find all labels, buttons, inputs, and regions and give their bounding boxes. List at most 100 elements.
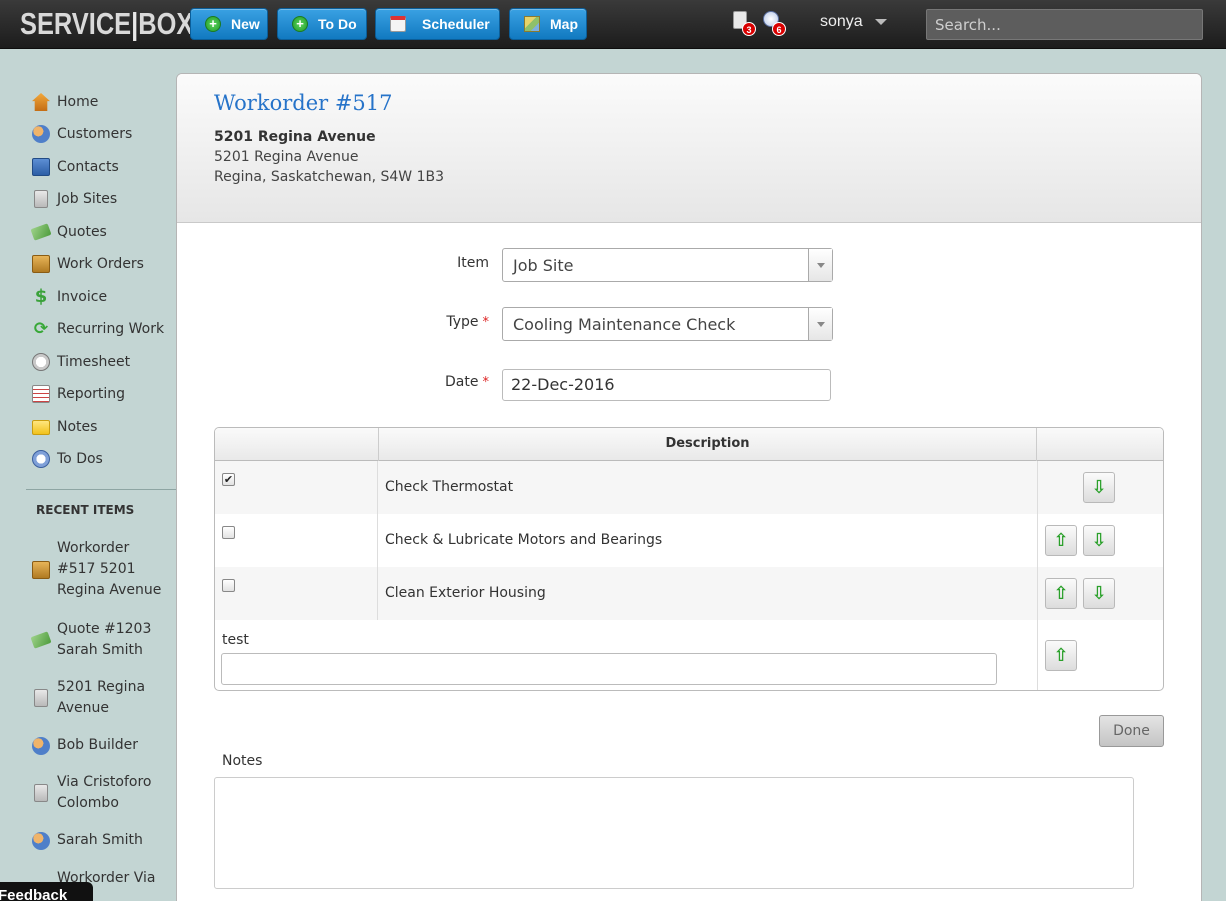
alarm-icon [32, 450, 50, 468]
building-icon [34, 784, 48, 802]
required-marker: * [482, 315, 490, 330]
sidebar-item-reporting[interactable]: Reporting [32, 383, 125, 405]
checkbox-cell [215, 514, 378, 567]
address-name: 5201 Regina Avenue [214, 129, 376, 145]
logo-text-right: BOX [138, 6, 194, 41]
contacts-icon [32, 158, 50, 176]
recent-item-label: Workorder #517 5201 Regina Avenue [57, 540, 162, 598]
required-marker: * [482, 375, 490, 390]
move-up-button[interactable]: ⇧ [1045, 578, 1077, 609]
sidebar-item-contacts[interactable]: Contacts [32, 156, 119, 178]
sidebar-item-work-orders[interactable]: Work Orders [32, 253, 144, 275]
date-field-value: 22-Dec-2016 [511, 375, 615, 394]
feedback-tab[interactable]: Feedback [0, 882, 93, 901]
recycle-icon: ⟳ [33, 319, 49, 339]
new-button[interactable]: + New [190, 8, 268, 40]
recent-item[interactable]: Sarah Smith [32, 830, 169, 851]
feedback-label: Feedback [0, 887, 68, 901]
type-label: Type * [433, 314, 489, 330]
sidebar-item-recurring-work[interactable]: ⟳ Recurring Work [32, 318, 164, 340]
plus-icon: + [205, 16, 221, 32]
date-field[interactable]: 22-Dec-2016 [502, 369, 831, 401]
todo-button[interactable]: + To Do [277, 8, 367, 40]
chevron-down-icon [808, 249, 832, 281]
sidebar-item-label: Customers [57, 126, 133, 142]
recent-item-label: Sarah Smith [57, 832, 143, 848]
checkbox-cell: ✔ [215, 461, 378, 514]
map-icon [524, 16, 540, 32]
task-checkbox[interactable]: ✔ [222, 473, 235, 486]
recent-items-heading: RECENT ITEMS [36, 503, 135, 517]
sidebar-divider [26, 489, 176, 490]
sidebar-item-label: Reporting [57, 386, 126, 402]
clipboard-icon [32, 255, 50, 273]
new-item-input[interactable] [221, 653, 997, 685]
sidebar-item-quotes[interactable]: Quotes [30, 221, 107, 243]
new-item-label: test [222, 632, 249, 648]
table-row: ✔ Check Thermostat ⇩ [215, 461, 1163, 514]
map-button[interactable]: Map [509, 8, 587, 40]
move-down-button[interactable]: ⇩ [1083, 472, 1115, 503]
move-up-button[interactable]: ⇧ [1045, 525, 1077, 556]
sidebar-item-label: To Dos [57, 451, 103, 467]
reorder-cell: ⇧ ⇩ [1037, 567, 1163, 620]
notes-textarea[interactable] [214, 777, 1134, 889]
reorder-cell: ⇧ [1037, 620, 1163, 690]
sidebar-item-timesheet[interactable]: Timesheet [32, 351, 130, 373]
sidebar-item-notes[interactable]: Notes [32, 416, 97, 438]
sidebar-item-invoice[interactable]: $ Invoice [32, 286, 107, 308]
task-checkbox[interactable] [222, 579, 235, 592]
sidebar-item-label: Home [57, 94, 99, 110]
sidebar-item-label: Timesheet [57, 354, 131, 370]
customers-icon [32, 736, 50, 755]
clipboard-icon [32, 560, 50, 579]
task-checkbox[interactable] [222, 526, 235, 539]
checklist-header: Description [215, 428, 1163, 461]
checkbox-cell [215, 567, 378, 620]
user-menu[interactable]: sonya [820, 13, 887, 31]
recent-item[interactable]: Via Cristoforo Colombo [32, 772, 169, 814]
type-select-value: Cooling Maintenance Check [513, 315, 736, 334]
move-up-button[interactable]: ⇧ [1045, 640, 1077, 671]
tasks-notification[interactable]: 3 [733, 11, 759, 37]
caret-down-icon [874, 19, 887, 25]
recent-item[interactable]: 5201 Regina Avenue [32, 677, 169, 719]
recent-item-label: Bob Builder [57, 737, 139, 753]
description-column-header: Description [378, 428, 1037, 461]
item-label-text: Item [457, 255, 489, 271]
sidebar-item-job-sites[interactable]: Job Sites [32, 188, 117, 210]
new-button-label: New [231, 16, 260, 32]
reorder-cell: ⇩ [1037, 461, 1163, 514]
move-down-button[interactable]: ⇩ [1083, 578, 1115, 609]
map-button-label: Map [550, 16, 578, 32]
sidebar-item-to-dos[interactable]: To Dos [32, 448, 103, 470]
sidebar-item-home[interactable]: Home [32, 91, 98, 113]
sidebar-item-label: Quotes [57, 224, 107, 240]
done-button[interactable]: Done [1099, 715, 1164, 747]
recent-item[interactable]: Bob Builder [32, 735, 169, 756]
sidebar-item-label: Recurring Work [57, 321, 165, 337]
calendar-icon [390, 16, 406, 32]
sidebar-item-label: Job Sites [57, 191, 118, 207]
logo-text-left: SERVICE [20, 6, 132, 41]
recent-item[interactable]: Quote #1203 Sarah Smith [30, 619, 169, 661]
alarms-notification[interactable]: 6 [763, 11, 789, 37]
item-select[interactable]: Job Site [502, 248, 833, 282]
date-label-text: Date [445, 374, 479, 390]
scheduler-button-label: Scheduler [422, 16, 490, 32]
todo-button-label: To Do [318, 16, 357, 32]
money-icon [30, 223, 52, 241]
top-bar: SERVICE|BOX + New + To Do Scheduler Map … [0, 0, 1226, 49]
sidebar-item-customers[interactable]: Customers [32, 123, 132, 145]
search-input[interactable] [926, 9, 1203, 40]
checklist-table: Description ✔ Check Thermostat ⇩ Check &… [214, 427, 1164, 691]
item-select-value: Job Site [513, 256, 574, 275]
recent-item-label: Via Cristoforo Colombo [57, 774, 152, 811]
page-title: Workorder #517 [214, 91, 393, 115]
type-select[interactable]: Cooling Maintenance Check [502, 307, 833, 341]
recent-item[interactable]: Workorder #517 5201 Regina Avenue [32, 538, 169, 601]
servicebox-logo[interactable]: SERVICE|BOX [20, 8, 193, 40]
scheduler-button[interactable]: Scheduler [375, 8, 500, 40]
customers-icon [32, 125, 50, 143]
move-down-button[interactable]: ⇩ [1083, 525, 1115, 556]
